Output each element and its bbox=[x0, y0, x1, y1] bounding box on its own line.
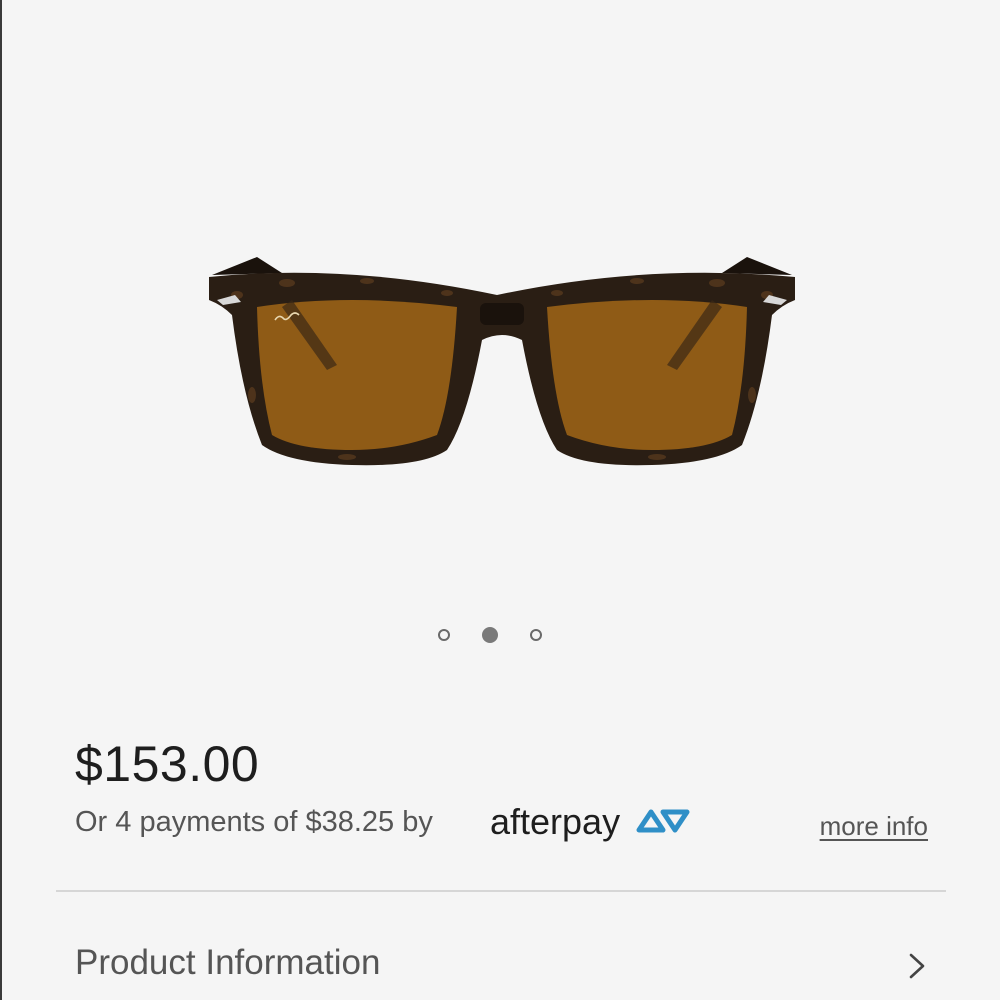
afterpay-arrows-icon bbox=[636, 809, 690, 833]
product-information-row[interactable]: Product Information bbox=[2, 935, 1000, 995]
bridge-hinge bbox=[480, 303, 524, 325]
afterpay-logo: afterpay bbox=[490, 801, 690, 842]
product-detail-page: $153.00 Or 4 payments of $38.25 by after… bbox=[0, 0, 1000, 1000]
left-temple bbox=[212, 257, 282, 275]
carousel-dot-2[interactable] bbox=[482, 627, 498, 643]
carousel-dot-3[interactable] bbox=[530, 629, 542, 641]
chevron-right-icon bbox=[909, 953, 925, 979]
product-information-label: Product Information bbox=[75, 943, 381, 982]
product-image[interactable] bbox=[197, 245, 807, 475]
section-divider bbox=[56, 890, 946, 892]
more-info-link[interactable]: more info bbox=[820, 811, 928, 842]
product-price: $153.00 bbox=[75, 736, 260, 792]
image-carousel-dots bbox=[438, 627, 542, 643]
installments-text: Or 4 payments of $38.25 by bbox=[75, 806, 433, 838]
left-lens bbox=[257, 300, 457, 450]
afterpay-logo-text: afterpay bbox=[490, 801, 620, 842]
carousel-dot-1[interactable] bbox=[438, 629, 450, 641]
right-temple bbox=[722, 257, 792, 275]
right-lens bbox=[547, 300, 747, 450]
